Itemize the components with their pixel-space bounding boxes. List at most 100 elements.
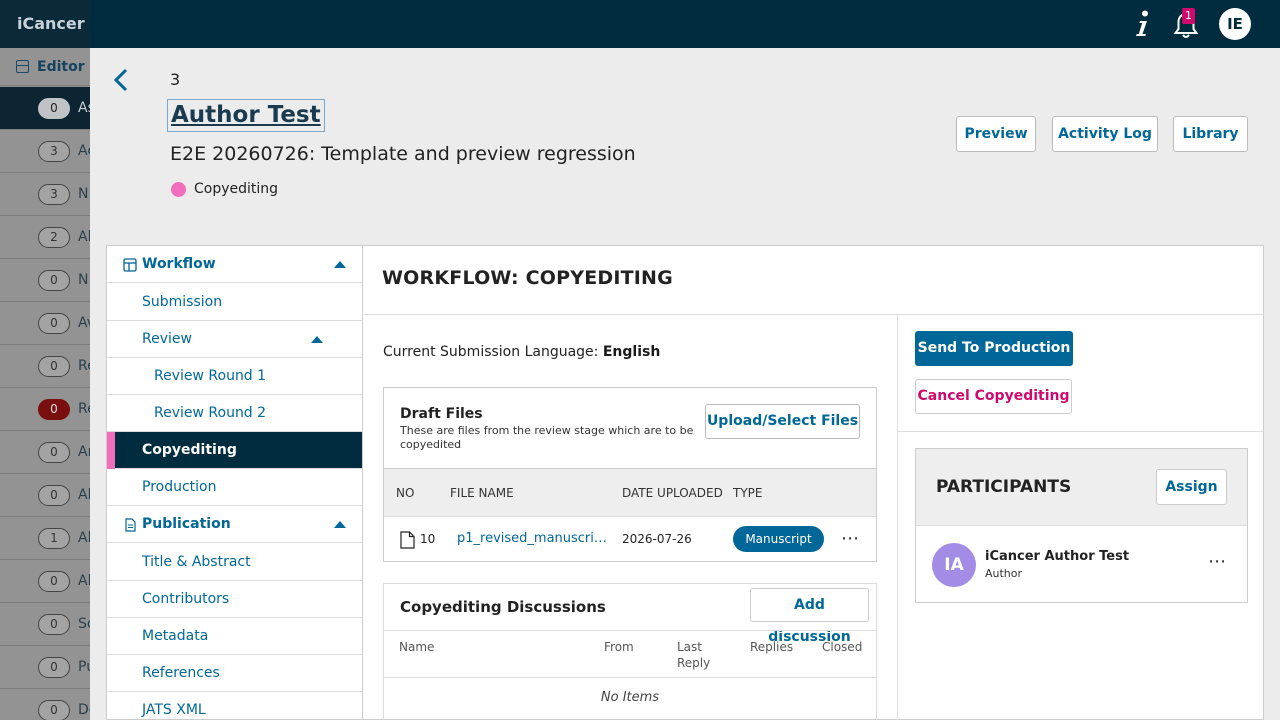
collapse-caret-icon[interactable] [334,521,346,528]
queue-label: N [78,186,89,202]
participants-title: PARTICIPANTS [936,477,1072,497]
background-queue-row[interactable]: 0N [0,259,90,302]
col-type: TYPE [733,486,763,500]
workflow-main: WORKFLOW: COPYEDITING Current Submission… [364,246,1264,720]
nav-workflow-label: Workflow [142,256,216,272]
collapse-caret-icon[interactable] [311,336,323,343]
collapse-caret-icon[interactable] [334,261,346,268]
queue-count-badge: 0 [38,98,70,119]
stage-actions-column: Send To Production Cancel Copyediting PA… [898,314,1264,720]
queue-count-badge: 0 [38,313,70,334]
queue-count-badge: 3 [38,184,70,205]
queue-count-badge: 0 [38,356,70,377]
queue-count-badge: 0 [38,399,70,420]
nav-references[interactable]: References [107,655,362,692]
add-discussion-button[interactable]: Add discussion [750,588,869,645]
nav-title-abstract[interactable]: Title & Abstract [107,544,362,581]
background-sidebar-header[interactable]: Editor D [0,48,101,86]
nav-review-round-2[interactable]: Review Round 2 [107,395,362,432]
stage-status-dot [171,182,186,197]
nav-workflow[interactable]: Workflow [107,246,362,283]
dashboard-icon [16,60,29,73]
document-icon [125,518,136,532]
send-to-production-button[interactable]: Send To Production [915,331,1073,366]
background-queue-row[interactable]: 0 Al [0,474,91,517]
background-queue-row[interactable]: 1 Al [0,517,91,560]
divider [898,431,1264,432]
background-queue-row[interactable]: 0 Ar [0,431,93,474]
nav-metadata[interactable]: Metadata [107,618,362,655]
submission-author-link[interactable]: Author Test [167,99,325,132]
submission-id: 3 [170,70,181,89]
discussions-table-header: Name From Last Reply Replies Closed [384,630,876,678]
back-chevron-icon[interactable] [110,66,132,94]
nav-jats-xml[interactable]: JATS XML [107,692,362,720]
discussions-title: Copyediting Discussions [400,598,606,616]
background-queue-row[interactable]: 0 Al [0,560,91,603]
col-no: NO [396,486,415,500]
more-options-icon[interactable]: ⋯ [841,528,860,549]
nav-publication-label: Publication [142,516,231,532]
nav-production[interactable]: Production [107,469,362,506]
background-queue-row[interactable]: 3N [0,173,90,216]
nav-review-round-1[interactable]: Review Round 1 [107,358,362,395]
background-queue-row[interactable]: 0 Av [0,302,95,345]
file-name-link[interactable]: p1_revised_manuscript [457,531,607,546]
queue-count-badge: 0 [38,614,70,635]
language-label: Current Submission Language: [383,344,599,360]
background-queue-row[interactable]: 0 Pu [0,646,95,689]
background-brand: iCancer [17,14,85,33]
user-avatar[interactable]: IE [1219,8,1251,40]
file-number: 10 [420,532,436,546]
file-date: 2026-07-26 [622,532,692,546]
background-queue-row[interactable]: 0 De [0,689,97,720]
submission-language: Current Submission Language: English [383,344,660,360]
notification-badge: 1 [1182,8,1195,24]
queue-count-badge: 0 [38,485,70,506]
background-queue-row[interactable]: 0 Re [0,345,96,388]
background-queue-row[interactable]: 0 Re [0,388,96,431]
queue-count-badge: 0 [38,657,70,678]
upload-select-files-button[interactable]: Upload/Select Files [705,404,860,439]
workflow-icon [123,258,137,272]
col-from: From [604,640,634,654]
nav-publication[interactable]: Publication [107,506,362,543]
more-options-icon[interactable]: ⋯ [1208,551,1227,572]
queue-label: N [78,272,89,288]
cancel-copyediting-button[interactable]: Cancel Copyediting [915,379,1072,414]
table-row: 10 p1_revised_manuscript 2026-07-26 Manu… [384,518,876,562]
nav-review[interactable]: Review [107,321,362,358]
col-last-reply: Last Reply [677,640,711,670]
preview-button[interactable]: Preview [956,116,1036,152]
copyediting-discussions-panel: Copyediting Discussions Add discussion N… [383,583,877,720]
participant-avatar: IA [932,543,976,587]
nav-copyediting[interactable]: Copyediting [107,432,362,469]
background-queue-row[interactable]: 3 Ac [0,130,95,173]
activity-log-button[interactable]: Activity Log [1052,116,1158,152]
file-icon [400,531,415,549]
stage-status-label: Copyediting [194,181,279,197]
nav-contributors[interactable]: Contributors [107,581,362,618]
background-queue-row[interactable]: 2 Al [0,216,91,259]
col-name: Name [399,640,435,654]
modal-topbar: 1 IE [90,0,1280,48]
col-file-name: FILE NAME [450,486,514,500]
workflow-container: Workflow Submission Review Review Round … [106,245,1264,720]
participant-name: iCancer Author Test [985,549,1130,564]
queue-count-badge: 2 [38,227,70,248]
participants-header: PARTICIPANTS Assign [916,449,1247,526]
participant-role: Author [985,567,1023,580]
library-button[interactable]: Library [1173,116,1248,152]
queue-count-badge: 0 [38,571,70,592]
draft-files-table-header: NO FILE NAME DATE UPLOADED TYPE [384,468,876,517]
background-queue-row[interactable]: 0 As [0,87,95,130]
assign-button[interactable]: Assign [1156,469,1227,505]
info-icon[interactable] [1132,9,1152,39]
queue-count-badge: 0 [38,700,70,720]
workflow-title: WORKFLOW: COPYEDITING [382,267,673,289]
submission-modal: 1 IE 3 Author Test E2E 20260726: Templat… [90,0,1280,720]
col-date-uploaded: DATE UPLOADED [622,486,723,500]
queue-count-badge: 1 [38,528,70,549]
background-queue-row[interactable]: 0 Sc [0,603,95,646]
nav-submission[interactable]: Submission [107,284,362,321]
